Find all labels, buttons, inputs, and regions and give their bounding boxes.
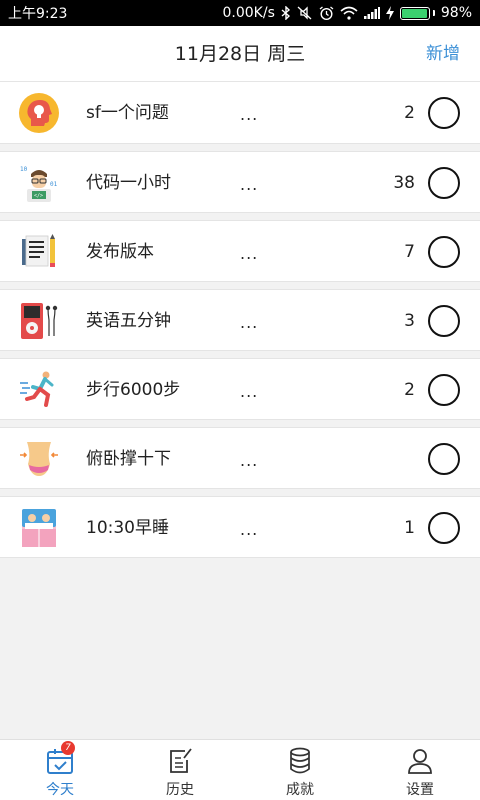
task-check-circle[interactable] [428,167,460,199]
task-row[interactable]: 俯卧撑十下 ... [0,427,480,489]
task-more[interactable]: ... [240,428,258,490]
alarm-icon [319,5,334,20]
head-lightbulb-icon [19,93,59,133]
task-name: 英语五分钟 [86,311,171,331]
tab-badge: 7 [61,741,75,755]
signal-icon [363,7,380,19]
task-check-circle[interactable] [428,512,460,544]
task-check-circle[interactable] [428,97,460,129]
bed-icon [22,509,56,547]
task-count: 3 [404,311,415,331]
network-speed: 0.00K/s [222,5,275,21]
tab-label: 成就 [286,782,314,798]
task-more[interactable]: ... [240,152,258,214]
svg-text:10: 10 [20,166,28,173]
task-name: sf一个问题 [86,103,169,123]
task-count: 2 [404,103,415,123]
history-note-icon [165,746,195,776]
tab-achievements[interactable]: 成就 [240,740,360,800]
task-count: 1 [404,518,415,538]
coin-stack-icon [285,746,315,776]
task-more[interactable]: ... [240,497,258,559]
tab-label: 历史 [166,782,194,798]
task-check-circle[interactable] [428,305,460,337]
task-more[interactable]: ... [240,221,258,283]
task-row[interactable]: sf一个问题 ... 2 [0,82,480,144]
status-bar: 上午9:23 0.00K/s 98% [0,0,480,26]
task-name: 俯卧撑十下 [86,449,171,469]
battery-icon [399,6,435,20]
calendar-check-icon: 7 [45,741,75,776]
svg-text:</>: </> [34,193,43,199]
task-list: sf一个问题 ... 2 10 01 </> 代码一小时 ... 38 发布版本… [0,82,480,558]
mute-icon [297,6,312,20]
programmer-icon: 10 01 </> [20,166,58,202]
runner-icon [20,371,54,407]
task-check-circle[interactable] [428,236,460,268]
task-name: 步行6000步 [86,380,181,400]
user-icon [405,746,435,776]
task-check-circle[interactable] [428,374,460,406]
tab-history[interactable]: 历史 [120,740,240,800]
add-task-button[interactable]: 新增 [426,26,460,82]
battery-percent: 98% [440,5,472,21]
task-name: 发布版本 [86,242,154,262]
charging-icon [385,6,394,20]
status-time: 上午9:23 [8,6,68,22]
tab-label: 今天 [46,782,74,798]
task-count: 7 [404,242,415,262]
task-more[interactable]: ... [240,290,258,352]
task-check-circle[interactable] [428,443,460,475]
task-name: 代码一小时 [86,173,171,193]
tab-today[interactable]: 7 今天 [0,740,120,800]
task-row[interactable]: 英语五分钟 ... 3 [0,289,480,351]
bottom-tab-bar: 7 今天 历史 成就 设置 [0,739,480,800]
page-title: 11月28日 周三 [174,43,306,65]
tab-settings[interactable]: 设置 [360,740,480,800]
task-more[interactable]: ... [240,82,258,144]
svg-text:01: 01 [50,181,58,188]
bluetooth-icon [281,6,290,20]
task-count: 38 [393,173,415,193]
app-header: 11月28日 周三 新增 [0,26,480,82]
task-row[interactable]: 步行6000步 ... 2 [0,358,480,420]
task-row[interactable]: 发布版本 ... 7 [0,220,480,282]
task-row[interactable]: 10 01 </> 代码一小时 ... 38 [0,151,480,213]
wifi-icon [340,6,358,20]
waist-icon [20,442,58,476]
tab-label: 设置 [406,782,434,798]
task-more[interactable]: ... [240,359,258,421]
task-name: 10:30早睡 [86,518,169,538]
document-pencil-icon [22,234,55,267]
task-count: 2 [404,380,415,400]
task-row[interactable]: 10:30早睡 ... 1 [0,496,480,558]
music-player-icon [21,303,58,339]
